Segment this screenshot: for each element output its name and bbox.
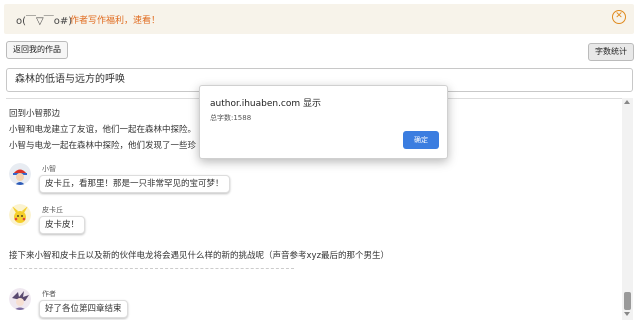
speaker-name: 皮卡丘 (42, 206, 63, 214)
word-count-button[interactable]: 字数统计 (588, 43, 634, 61)
content-line: 回到小智那边 (9, 109, 61, 119)
banner-emoticon: o(￣▽￣o#) (16, 16, 73, 27)
scroll-up-icon[interactable] (624, 100, 630, 104)
narration-line: 接下来小智和皮卡丘以及新的伙伴电龙将会遇见什么样的新的挑战呢（声音参考xyz最后… (9, 251, 390, 261)
content-line: 小智与电龙一起在森林中探险，他们发现了一些珍 (9, 141, 197, 151)
alert-dialog: author.ihuaben.com 显示 总字数:1588 确定 (199, 85, 448, 159)
dialog-title: author.ihuaben.com 显示 (210, 99, 322, 109)
speaker-name: 小智 (42, 165, 56, 173)
banner-message[interactable]: 作者写作福利，速看！ (70, 13, 160, 26)
ok-button[interactable]: 确定 (403, 131, 439, 149)
promo-banner: o(￣▽￣o#) 作者写作福利，速看！ ✕ (4, 4, 634, 34)
speaker-name: 作者 (42, 290, 56, 298)
ash-avatar (9, 163, 31, 185)
back-to-works-button[interactable]: 返回我的作品 (6, 41, 68, 59)
content-line: 小智和电龙建立了友谊，他们一起在森林中探险。 (9, 125, 197, 135)
chat-bubble: 皮卡丘，看那里！那是一只非常罕见的宝可梦！ (39, 175, 230, 193)
divider (9, 268, 294, 269)
scrollbar-thumb[interactable] (624, 292, 631, 310)
author-avatar (9, 288, 31, 310)
chat-bubble: 皮卡皮！ (39, 216, 86, 234)
pikachu-avatar (9, 204, 31, 226)
scroll-down-icon[interactable] (624, 312, 630, 316)
editor-scrollbar[interactable] (622, 98, 633, 320)
chat-bubble: 好了各位第四章结束 (39, 300, 128, 318)
dialog-message: 总字数:1588 (210, 114, 252, 122)
close-circle-icon[interactable]: ✕ (612, 10, 626, 24)
